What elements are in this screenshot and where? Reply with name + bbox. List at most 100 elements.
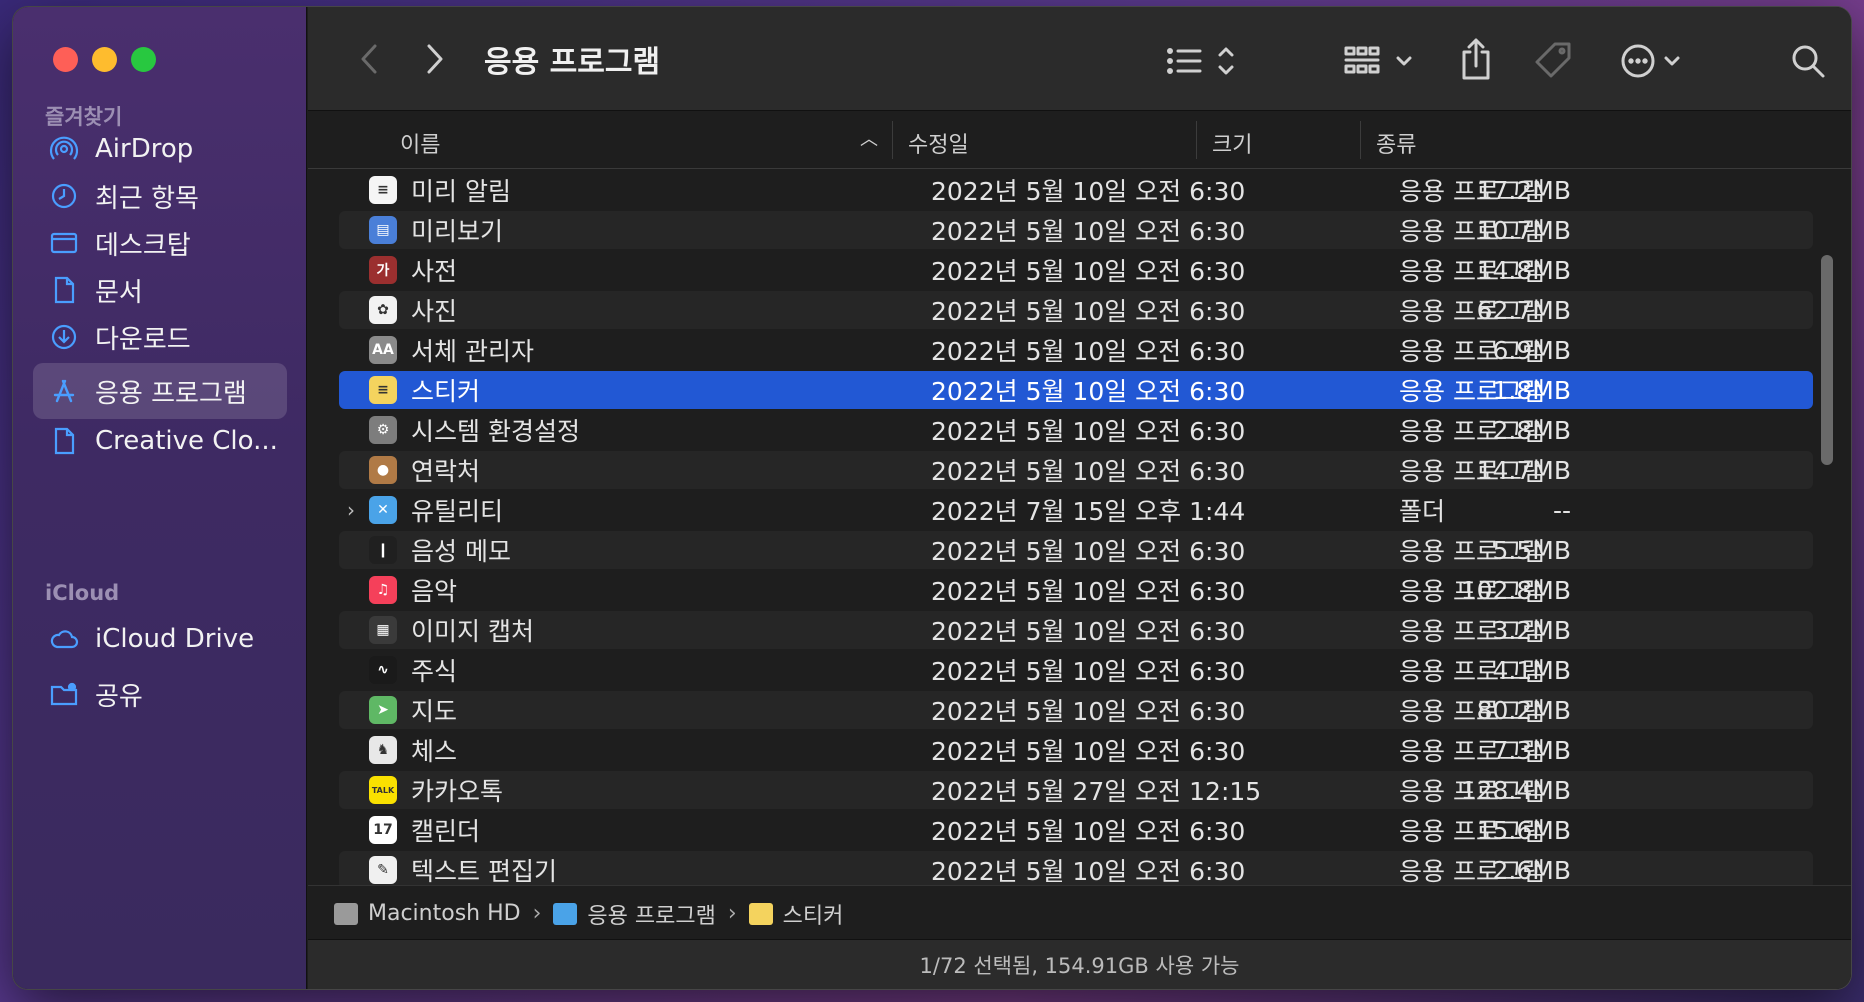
view-options-button[interactable] xyxy=(1166,41,1246,81)
sidebar-item-label: 응용 프로그램 xyxy=(95,378,247,409)
close-window-button[interactable] xyxy=(53,47,78,72)
sidebar-item-creative-cloud[interactable]: Creative Clo... xyxy=(33,413,287,469)
file-row[interactable]: ♫ 음악 2022년 5월 10일 오전 6:30 102.8MB 응용 프로그램 xyxy=(339,571,1813,609)
file-row[interactable]: ∿ 주식 2022년 5월 10일 오전 6:30 4.1MB 응용 프로그램 xyxy=(339,651,1813,689)
file-row[interactable]: ▦ 이미지 캡처 2022년 5월 10일 오전 6:30 3.2MB 응용 프로그램 xyxy=(339,611,1813,649)
disk-icon xyxy=(334,902,358,925)
sidebar: 즐겨찾기 AirDrop 최근 항목 데스크탑 문서 다운로드 응용 프로그램 … xyxy=(13,7,307,989)
path-separator: › xyxy=(727,901,737,926)
toolbar: 응용 프로그램 xyxy=(308,7,1851,111)
file-name: 사진 xyxy=(411,297,458,326)
app-icon: ≡ xyxy=(369,176,397,204)
disclosure-triangle-icon[interactable]: › xyxy=(347,498,355,522)
file-row[interactable]: ● 연락처 2022년 5월 10일 오전 6:30 14.7MB 응용 프로그램 xyxy=(339,451,1813,489)
column-kind-header[interactable]: 종류 xyxy=(1376,127,1416,159)
file-kind: 폴더 xyxy=(1399,497,1446,526)
folder-icon xyxy=(553,902,578,925)
column-size-header[interactable]: 크기 xyxy=(1212,127,1252,159)
file-row[interactable]: ▤ 미리보기 2022년 5월 10일 오전 6:30 10.7MB 응용 프로그램 xyxy=(339,211,1813,249)
file-name: 스티커 xyxy=(411,377,481,406)
column-divider[interactable] xyxy=(1360,121,1361,159)
file-row[interactable]: 가 사전 2022년 5월 10일 오전 6:30 14.8MB 응용 프로그램 xyxy=(339,251,1813,289)
file-date: 2022년 5월 10일 오전 6:30 xyxy=(931,377,1246,406)
sidebar-item-label: 데스크탑 xyxy=(95,230,191,261)
file-date: 2022년 5월 10일 오전 6:30 xyxy=(931,417,1246,446)
file-row[interactable]: ⚙ 시스템 환경설정 2022년 5월 10일 오전 6:30 2.8MB 응용 프로그… xyxy=(339,411,1813,449)
app-icon: ✎ xyxy=(369,856,397,884)
share-button[interactable] xyxy=(1456,37,1496,81)
file-name: 지도 xyxy=(411,697,458,726)
shared-folder-icon xyxy=(49,679,79,709)
sidebar-item-label: 공유 xyxy=(95,681,143,712)
file-date: 2022년 7월 15일 오후 1:44 xyxy=(931,497,1246,526)
tag-icon xyxy=(1535,42,1571,78)
sidebar-item-icloud-drive[interactable]: iCloud Drive xyxy=(33,611,287,667)
file-kind: 응용 프로그램 xyxy=(1399,617,1545,646)
vertical-scrollbar[interactable] xyxy=(1821,255,1833,465)
file-date: 2022년 5월 10일 오전 6:30 xyxy=(931,537,1246,566)
file-name: 주식 xyxy=(411,657,458,686)
sidebar-item-applications[interactable]: 응용 프로그램 xyxy=(33,363,287,419)
traffic-lights xyxy=(53,47,156,72)
folder-row[interactable]: › ✕ 유틸리티 2022년 7월 15일 오후 1:44 -- 폴더 xyxy=(339,491,1813,529)
file-kind: 응용 프로그램 xyxy=(1399,777,1545,806)
sort-ascending-icon[interactable]: ︿ xyxy=(860,125,878,151)
file-name: 캘린더 xyxy=(411,817,481,846)
download-icon xyxy=(49,322,79,352)
column-date-header[interactable]: 수정일 xyxy=(908,127,969,159)
file-date: 2022년 5월 10일 오전 6:30 xyxy=(931,697,1246,726)
app-icon: ▤ xyxy=(369,216,397,244)
icloud-section-title: iCloud xyxy=(45,581,120,605)
file-kind: 응용 프로그램 xyxy=(1399,577,1545,606)
grid-group-icon xyxy=(1344,46,1412,74)
app-icon: ≡ xyxy=(369,376,397,404)
sidebar-item-label: iCloud Drive xyxy=(95,624,255,654)
zoom-window-button[interactable] xyxy=(131,47,156,72)
file-row[interactable]: ❙ 음성 메모 2022년 5월 10일 오전 6:30 5.5MB 응용 프로그램 xyxy=(339,531,1813,569)
path-crumb-label: Macintosh HD xyxy=(368,901,521,926)
file-row[interactable]: TALK 카카오톡 2022년 5월 27일 오전 12:15 128.4MB 응용 프… xyxy=(339,771,1813,809)
minimize-window-button[interactable] xyxy=(92,47,117,72)
file-row[interactable]: ≡ 스티커 2022년 5월 10일 오전 6:30 1.8MB 응용 프로그램 xyxy=(339,371,1813,409)
file-name: 이미지 캡처 xyxy=(411,617,534,646)
file-row[interactable]: ➤ 지도 2022년 5월 10일 오전 6:30 80.2MB 응용 프로그램 xyxy=(339,691,1813,729)
file-date: 2022년 5월 27일 오전 12:15 xyxy=(931,777,1262,806)
file-kind: 응용 프로그램 xyxy=(1399,697,1545,726)
column-divider[interactable] xyxy=(892,121,893,159)
file-row[interactable]: AA 서체 관리자 2022년 5월 10일 오전 6:30 6.9MB 응용 프로그램 xyxy=(339,331,1813,369)
cloud-icon xyxy=(49,624,79,654)
file-kind: 응용 프로그램 xyxy=(1399,297,1545,326)
sidebar-item-downloads[interactable]: 다운로드 xyxy=(33,309,287,365)
app-icon: ● xyxy=(369,456,397,484)
path-crumb-stickies[interactable]: 스티커 xyxy=(748,898,843,930)
path-separator: › xyxy=(532,901,542,926)
file-name: 유틸리티 xyxy=(411,497,504,526)
column-header: 이름 ︿ 수정일 크기 종류 xyxy=(308,111,1851,169)
group-button[interactable] xyxy=(1344,41,1424,81)
file-date: 2022년 5월 10일 오전 6:30 xyxy=(931,817,1246,846)
sidebar-item-label: 문서 xyxy=(95,277,143,308)
file-row[interactable]: ≡ 미리 알림 2022년 5월 10일 오전 6:30 17.2MB 응용 프로그램 xyxy=(339,171,1813,209)
file-row[interactable]: ✿ 사진 2022년 5월 10일 오전 6:30 62.7MB 응용 프로그램 xyxy=(339,291,1813,329)
file-name: 연락처 xyxy=(411,457,481,486)
app-icon: ▦ xyxy=(369,616,397,644)
search-button[interactable] xyxy=(1788,41,1828,81)
file-row[interactable]: ✎ 텍스트 편집기 2022년 5월 10일 오전 6:30 2.6MB 응용 프로그램 xyxy=(339,851,1813,885)
back-button[interactable] xyxy=(354,41,384,77)
tag-button[interactable] xyxy=(1532,39,1576,83)
file-row[interactable]: ♞ 체스 2022년 5월 10일 오전 6:30 7.3MB 응용 프로그램 xyxy=(339,731,1813,769)
sidebar-item-shared[interactable]: 공유 xyxy=(33,666,287,722)
file-date: 2022년 5월 10일 오전 6:30 xyxy=(931,297,1246,326)
more-actions-button[interactable] xyxy=(1620,41,1690,81)
column-name-header[interactable]: 이름 xyxy=(400,127,440,159)
path-crumb-applications[interactable]: 응용 프로그램 xyxy=(553,898,716,930)
column-divider[interactable] xyxy=(1196,121,1197,159)
file-size: -- xyxy=(1552,495,1571,525)
file-row[interactable]: 17 캘린더 2022년 5월 10일 오전 6:30 15.6MB 응용 프로그램 xyxy=(339,811,1813,849)
window-title: 응용 프로그램 xyxy=(484,45,661,80)
forward-button[interactable] xyxy=(420,41,450,77)
path-crumb-macintosh-hd[interactable]: Macintosh HD xyxy=(334,901,521,926)
status-bar: 1/72 선택됨, 154.91GB 사용 가능 xyxy=(308,939,1851,989)
airdrop-icon xyxy=(49,134,79,164)
share-icon xyxy=(1462,38,1490,80)
